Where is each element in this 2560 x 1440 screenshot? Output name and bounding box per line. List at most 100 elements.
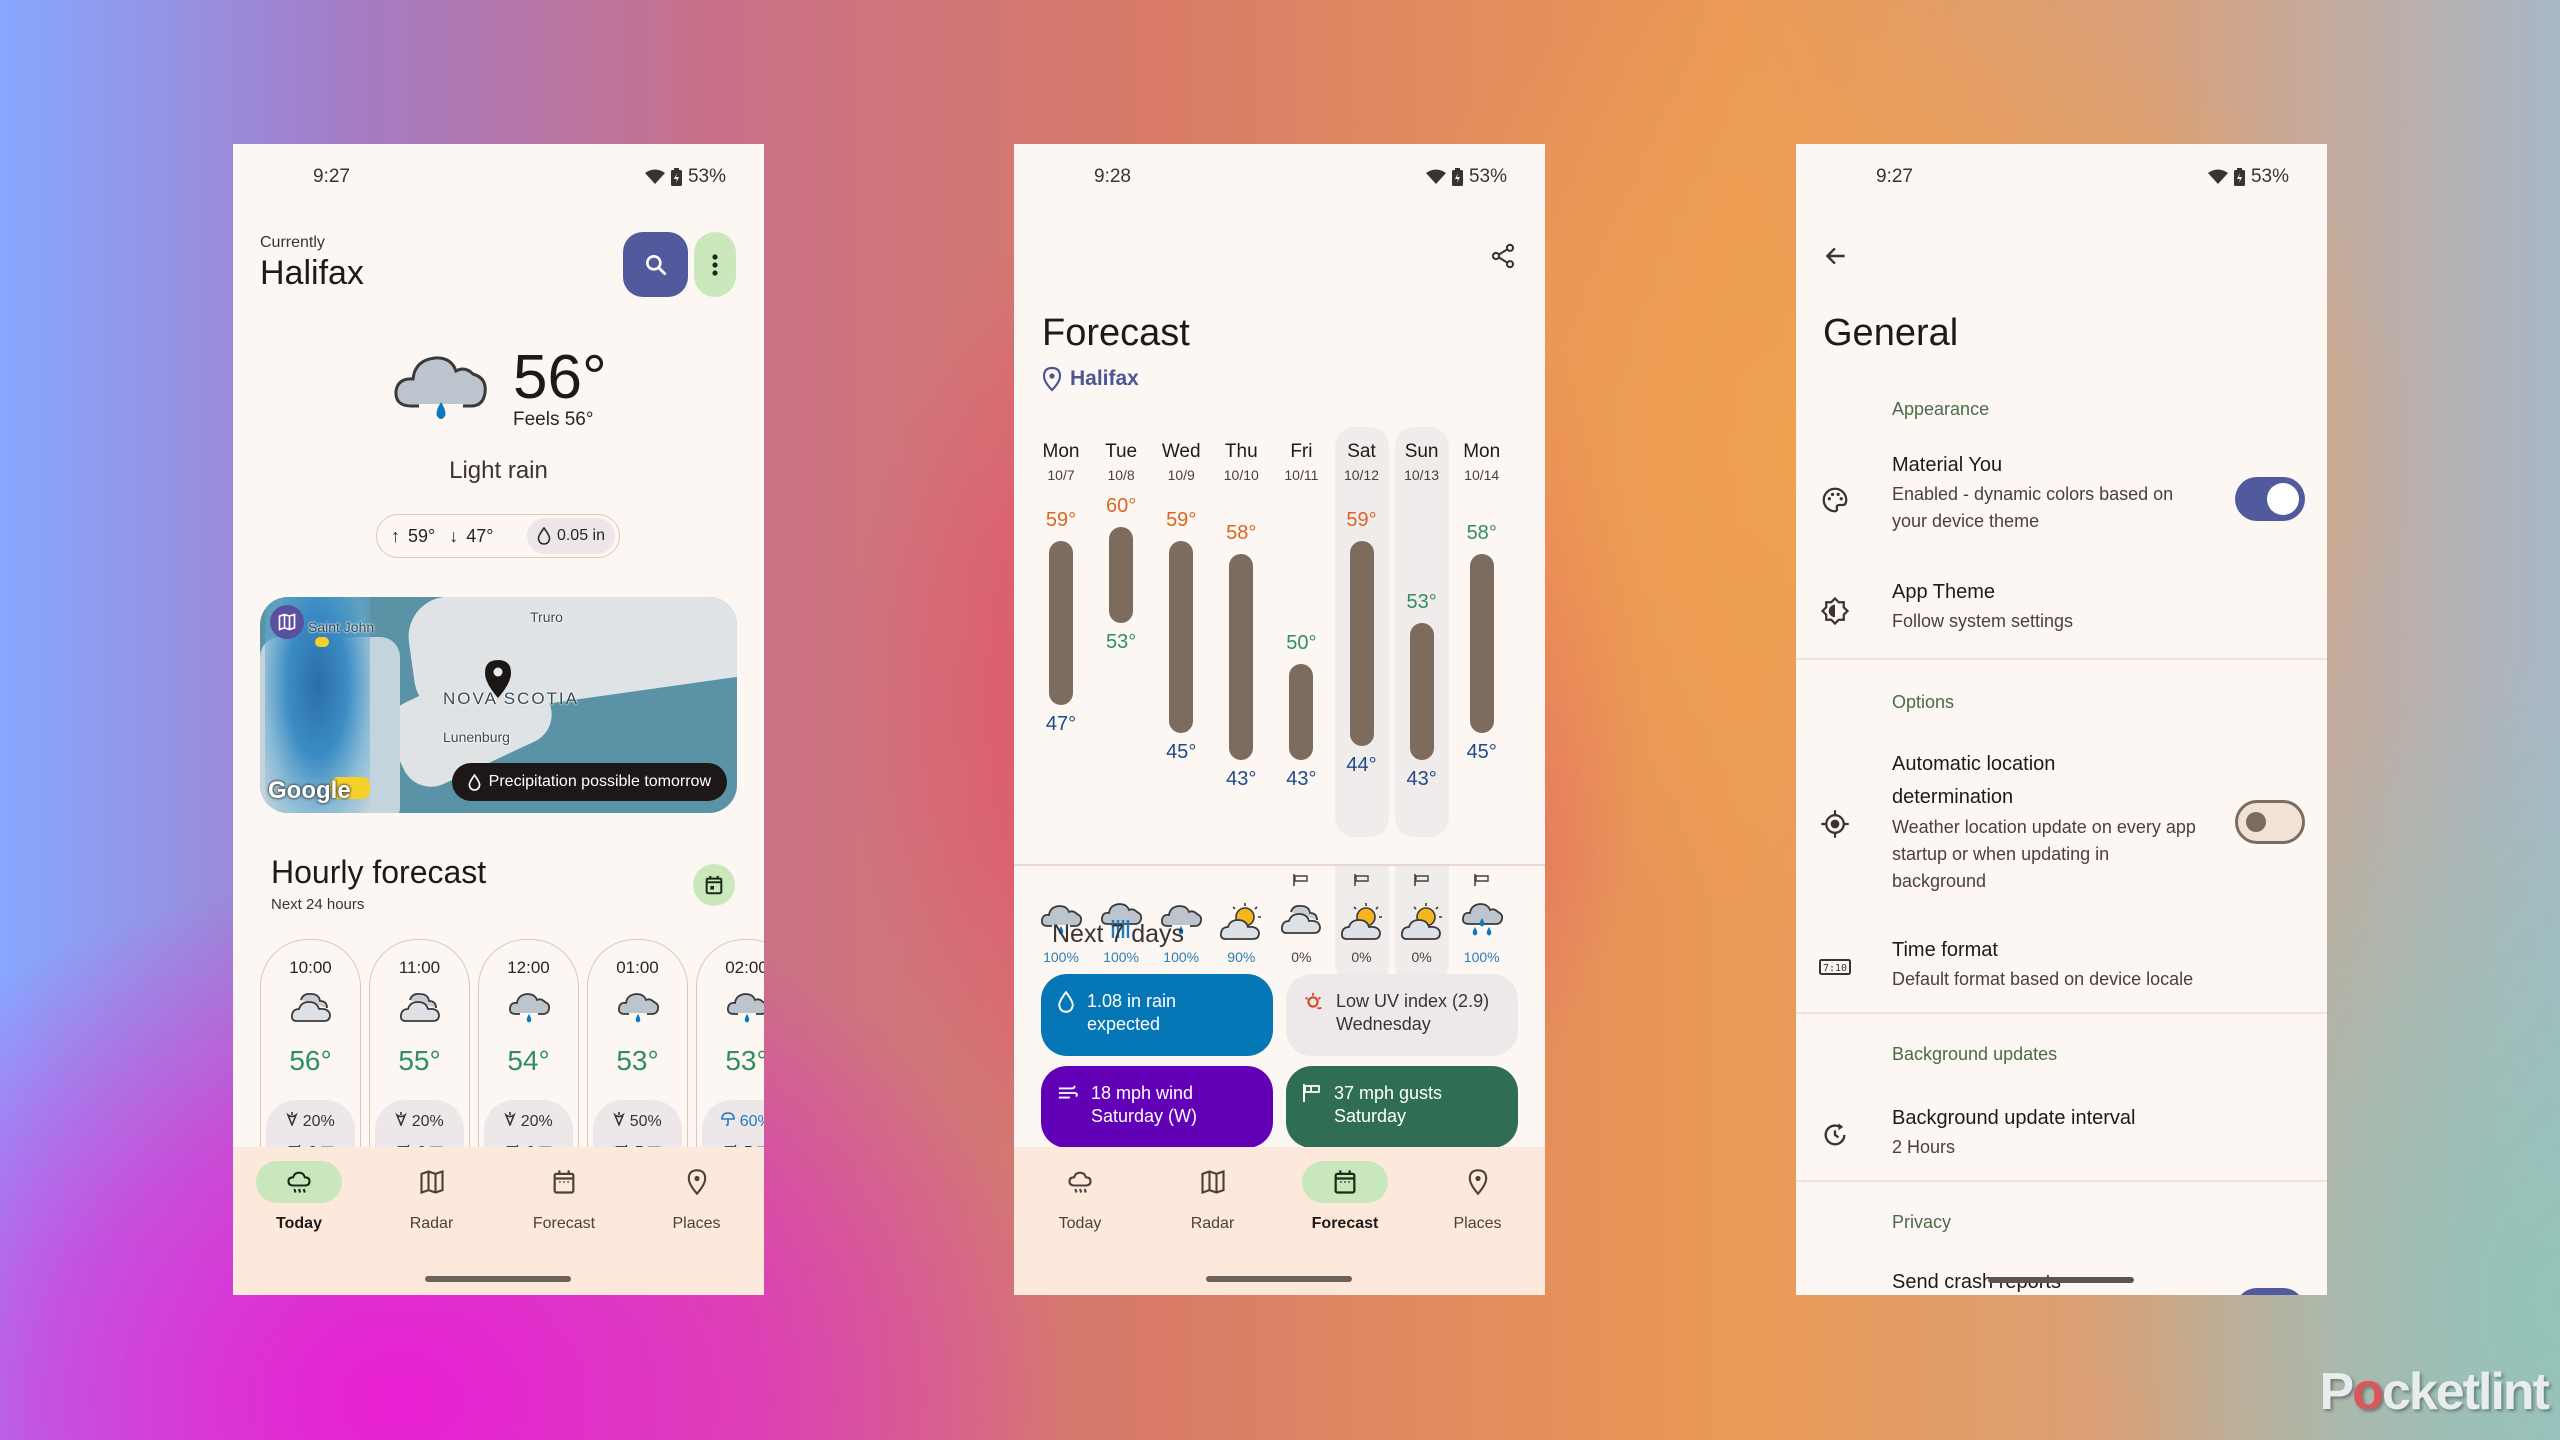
low-value: 53 <box>1105 630 1129 653</box>
summary-tile[interactable]: 1.08 in rain expected <box>1041 974 1273 1056</box>
day-high: 58° <box>1466 522 1497 545</box>
day-column[interactable]: Wed 10/9 59° 45° <box>1154 427 1208 837</box>
search-button[interactable] <box>623 232 688 297</box>
nav-radar[interactable]: Radar <box>1147 1161 1279 1233</box>
watermark-power-o: o <box>2352 1363 2384 1421</box>
map-icon <box>1170 1161 1256 1203</box>
day-high: 58° <box>1226 522 1257 545</box>
day-column[interactable]: Fri 10/11 50° 43° <box>1274 427 1328 837</box>
raindrop-icon <box>468 773 481 791</box>
hourly-card[interactable]: 11:00 55° 20% 6 ▽ <box>369 939 470 1200</box>
home-indicator[interactable] <box>1988 1277 2134 1283</box>
nav-label: Radar <box>1190 1215 1235 1232</box>
setting-bg-interval[interactable]: Background update interval 2 Hours <box>1796 1102 2327 1172</box>
day-high: 59° <box>1045 508 1077 531</box>
nav-places[interactable]: Places <box>631 1161 763 1233</box>
setting-material-you[interactable]: Material You Enabled - dynamic colors ba… <box>1796 449 2327 549</box>
temp-range-bar <box>1229 554 1254 760</box>
low-value: 45 <box>1166 740 1189 763</box>
rain-cloud-icon <box>256 1161 342 1203</box>
more-options-button[interactable] <box>694 232 736 297</box>
share-button[interactable] <box>1481 234 1525 278</box>
hourly-list[interactable]: 10:00 56° 20% 6 ▽ 11:00 55° 20% 6 ▽ 12:0… <box>260 939 764 1200</box>
back-button[interactable] <box>1814 234 1858 278</box>
tile-line2: Wednesday <box>1336 1014 1431 1034</box>
hour-precip: 20% <box>479 1112 578 1131</box>
nav-today[interactable]: Today <box>1014 1161 1146 1233</box>
divider <box>1796 1180 2327 1182</box>
setting-app-theme[interactable]: App Theme Follow system settings <box>1796 576 2327 646</box>
day-date: 10/9 <box>1167 467 1195 483</box>
day-column[interactable]: Sun 10/13 53° 43° <box>1394 427 1449 837</box>
wifi-icon <box>2207 169 2228 185</box>
page-title: General <box>1823 312 1959 354</box>
nav-today[interactable]: Today <box>233 1161 365 1233</box>
open-radar-button[interactable] <box>270 605 304 639</box>
battery-percent: 53% <box>1468 166 1507 187</box>
tile-line1: 18 mph wind <box>1091 1083 1194 1103</box>
location-pin-icon <box>1435 1161 1521 1203</box>
partly-sunny-icon <box>1214 902 1268 942</box>
current-temperature: 56° <box>513 343 607 412</box>
daily-chart[interactable]: Mon 10/7 59° 47° Tue 10/8 60° 53° Wed 10… <box>1034 427 1534 837</box>
summary-tile[interactable]: 18 mph wind Saturday (W) <box>1041 1066 1273 1148</box>
day-column[interactable]: Sat 10/12 59° 44° <box>1334 427 1389 837</box>
hourly-card[interactable]: 02:00 53° 60% 5 ▽ <box>696 939 764 1200</box>
nav-places[interactable]: Places <box>1412 1161 1544 1233</box>
nav-forecast[interactable]: Forecast <box>498 1161 630 1233</box>
home-indicator[interactable] <box>425 1276 571 1282</box>
day-column[interactable]: Thu 10/10 58° 43° <box>1214 427 1268 837</box>
material-you-toggle[interactable] <box>2235 477 2305 521</box>
day-name: Tue <box>1105 441 1138 462</box>
radar-map[interactable]: Saint John Truro NOVA SCOTIA Lunenburg G… <box>260 597 737 813</box>
bottom-navigation: Today Radar Forecast Places <box>1014 1147 1545 1295</box>
day-column[interactable]: Mon 10/14 58° 45° <box>1455 427 1509 837</box>
gust-flag-icon <box>1335 874 1389 886</box>
map-icon <box>389 1161 475 1203</box>
hour-temp: 56° <box>289 1045 332 1076</box>
day-column[interactable]: Mon 10/7 59° 47° <box>1034 427 1088 837</box>
home-indicator[interactable] <box>1206 1276 1352 1282</box>
battery-icon <box>670 168 682 186</box>
daily-view-button[interactable] <box>693 864 735 906</box>
settings-screen: 9:27 53% General Appearance Material You… <box>1796 144 2327 1295</box>
setting-auto-location[interactable]: Automatic location determination Weather… <box>1796 748 2327 898</box>
low-value: 43 <box>1286 768 1309 790</box>
day-column[interactable]: Tue 10/8 60° 53° <box>1094 427 1148 837</box>
light-rain-icon <box>393 346 489 426</box>
hourly-card[interactable]: 12:00 54° 20% 6 ▽ <box>478 939 579 1200</box>
calendar-icon <box>1302 1161 1388 1203</box>
hourly-card[interactable]: 01:00 53° 50% 5 ▽ <box>587 939 688 1200</box>
crash-reports-toggle[interactable] <box>2235 1288 2305 1295</box>
nav-forecast[interactable]: Forecast <box>1279 1161 1411 1233</box>
watermark-text: cketlint <box>2381 1363 2550 1421</box>
status-time: 9:28 <box>1094 166 1131 187</box>
auto-location-toggle[interactable] <box>2235 800 2305 844</box>
setting-time-format[interactable]: 7:10 Time format Default format based on… <box>1796 934 2327 1004</box>
location-link[interactable]: Halifax <box>1042 366 1139 392</box>
setting-description: Enabled - dynamic colors based on your d… <box>1892 484 2174 531</box>
windsock-icon <box>1302 1083 1322 1109</box>
precip-chance: 20% <box>520 1113 553 1130</box>
hourly-card[interactable]: 10:00 56° 20% 6 ▽ <box>260 939 361 1200</box>
battery-icon <box>1451 168 1463 186</box>
location-pin-icon <box>654 1161 740 1203</box>
tile-line2: Saturday <box>1334 1106 1407 1126</box>
day-name: Sun <box>1404 441 1439 462</box>
high-low-chip: ↑ 59° ↓ 47° 0.05 in <box>376 514 620 558</box>
nav-label: Places <box>672 1215 721 1232</box>
day-name: Wed <box>1161 441 1201 462</box>
day-date: 10/11 <box>1284 467 1319 483</box>
nav-radar[interactable]: Radar <box>366 1161 498 1233</box>
setting-title: App Theme <box>1892 581 1996 603</box>
temp-range-bar <box>1169 540 1194 733</box>
update-interval-icon <box>1816 1116 1854 1154</box>
temp-range-bar <box>1289 664 1314 760</box>
low-value: 45 <box>1466 740 1489 763</box>
summary-tile[interactable]: Low UV index (2.9) Wednesday <box>1286 974 1518 1056</box>
hour-temp: 55° <box>398 1045 441 1076</box>
day-date: 10/8 <box>1107 467 1135 483</box>
summary-tile[interactable]: 37 mph gusts Saturday <box>1286 1066 1518 1148</box>
arrow-back-icon <box>1823 243 1849 269</box>
hour-temp: 54° <box>507 1045 550 1076</box>
